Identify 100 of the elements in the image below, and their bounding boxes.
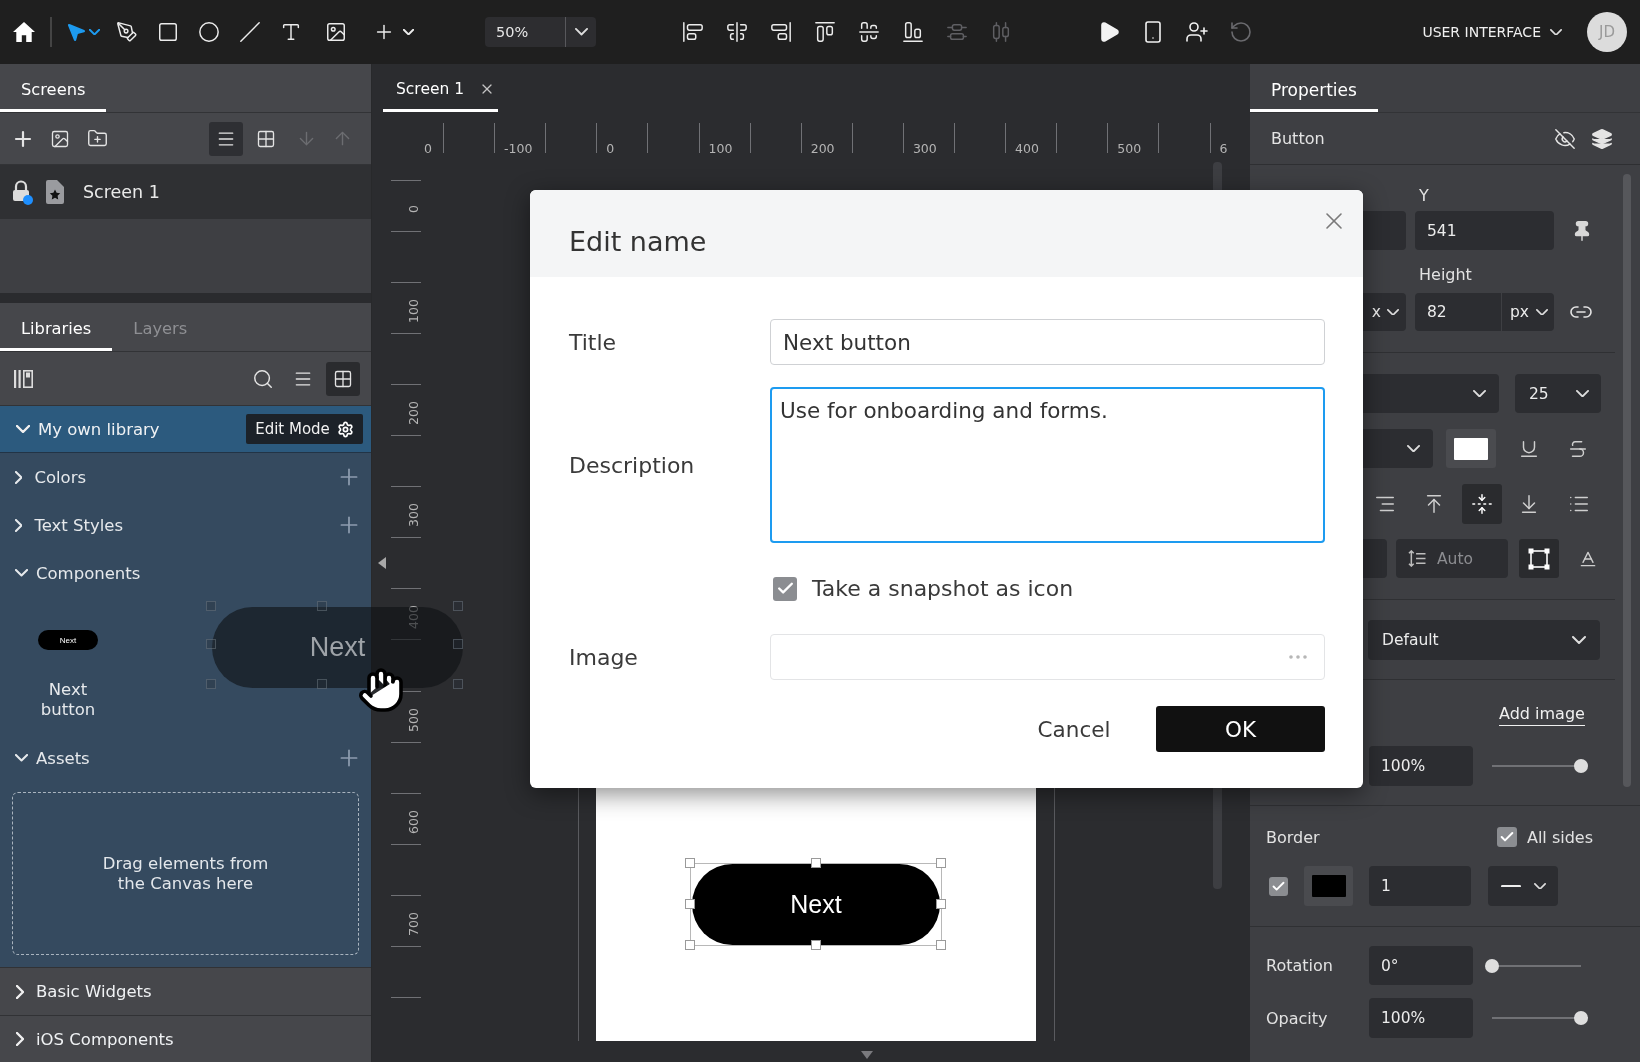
scroll-down-triangle-icon[interactable] xyxy=(861,1051,873,1059)
text-color-button[interactable] xyxy=(1446,429,1496,468)
primary-button[interactable]: OK xyxy=(1156,706,1325,752)
field-label: Y xyxy=(1419,185,1429,205)
component-thumbnail[interactable]: Next xyxy=(38,630,98,650)
checkbox[interactable] xyxy=(1269,876,1288,896)
edit-mode-button[interactable]: Edit Mode xyxy=(246,414,363,444)
rotation-field[interactable]: 0° xyxy=(1369,946,1473,985)
resize-handle xyxy=(453,639,463,649)
chevron-down-icon xyxy=(1576,389,1589,398)
project-menu-button[interactable]: USER INTERFACE xyxy=(1422,24,1562,40)
slider-thumb[interactable] xyxy=(1574,759,1588,773)
more-icon xyxy=(1289,655,1307,659)
add-user-icon xyxy=(1185,20,1209,44)
chevron-right-icon xyxy=(16,1032,24,1046)
resize-handle xyxy=(317,679,327,689)
align-right-icon xyxy=(770,21,792,43)
unit-dropdown[interactable]: px xyxy=(1502,293,1554,331)
ruler-label: -100 xyxy=(504,142,533,156)
section-label: Colors xyxy=(34,467,87,487)
resize-handle[interactable] xyxy=(936,899,946,909)
ruler-label: 0 xyxy=(424,142,432,156)
library-name: My own library xyxy=(38,419,160,439)
resize-handle xyxy=(206,679,216,689)
align-center-icon xyxy=(726,21,748,43)
chevron-down-icon xyxy=(1572,636,1586,644)
chevron-down-icon xyxy=(1534,882,1546,890)
library-section-header[interactable]: Text Styles xyxy=(0,501,371,549)
line-style-dropdown[interactable] xyxy=(1488,866,1558,906)
checkbox[interactable] xyxy=(1496,827,1517,847)
secondary-button[interactable]: Cancel xyxy=(1024,706,1124,752)
screen-list-item[interactable]: Screen 1 xyxy=(0,165,371,219)
ruler-tick xyxy=(391,588,421,590)
panel-tab[interactable]: Screens xyxy=(0,64,107,112)
border-width-field[interactable]: 1 xyxy=(1369,866,1471,906)
scrollbar-thumb[interactable] xyxy=(1213,162,1222,190)
fit-bounds-button[interactable] xyxy=(1519,539,1559,578)
grid-view-button[interactable] xyxy=(326,361,360,396)
ruler-tick xyxy=(1107,123,1109,153)
input-field[interactable] xyxy=(1363,539,1387,578)
resize-handle[interactable] xyxy=(685,899,695,909)
ruler-label: 100 xyxy=(708,142,733,156)
ruler-tick xyxy=(443,123,444,153)
border-color-button[interactable] xyxy=(1304,866,1353,906)
ruler-tick xyxy=(954,123,955,153)
ruler-tick xyxy=(596,123,598,153)
library-section-header[interactable]: Colors xyxy=(0,453,371,501)
opacity-field[interactable]: 100% xyxy=(1369,998,1473,1038)
resize-handle[interactable] xyxy=(811,940,821,950)
ruler-label: 400 xyxy=(1015,142,1039,156)
ruler-tick xyxy=(391,996,421,998)
text-field[interactable]: Next button xyxy=(770,319,1325,365)
scrollbar-thumb[interactable] xyxy=(1213,788,1222,889)
ruler-tick xyxy=(391,486,421,488)
scrollbar-thumb[interactable] xyxy=(1623,174,1631,787)
resize-handle[interactable] xyxy=(811,858,821,868)
ruler-tick xyxy=(391,231,421,233)
chevron-down-icon xyxy=(15,569,28,577)
zoom-field[interactable]: 50% xyxy=(485,17,565,47)
chevron-right-icon xyxy=(15,470,23,484)
library-icon xyxy=(12,368,34,389)
ruler-tick xyxy=(391,180,421,181)
font-size-dropdown[interactable]: 25 xyxy=(1515,374,1601,413)
resize-handle xyxy=(453,679,463,689)
resize-handle[interactable] xyxy=(936,858,946,868)
field-label: Rotation xyxy=(1266,956,1334,975)
unit-dropdown[interactable]: x xyxy=(1363,293,1406,331)
resize-handle[interactable] xyxy=(685,940,695,950)
zoom-dropdown-button[interactable] xyxy=(565,17,596,47)
resize-handle[interactable] xyxy=(936,940,946,950)
ruler-tick xyxy=(1005,123,1007,153)
panel-tab[interactable]: Libraries xyxy=(0,303,113,351)
pill-button[interactable]: Next xyxy=(692,864,940,945)
slider-thumb[interactable] xyxy=(1574,1011,1588,1025)
ruler-tick xyxy=(391,435,421,437)
slider-thumb[interactable] xyxy=(1485,958,1499,973)
chevron-down-icon xyxy=(1473,389,1486,398)
ruler-label: 700 xyxy=(407,911,421,936)
textarea-field[interactable]: Use for onboarding and forms. xyxy=(770,387,1325,543)
panel-tab[interactable]: Properties xyxy=(1250,64,1378,112)
collapse-triangle-icon[interactable] xyxy=(378,557,386,569)
line-height-field[interactable]: Auto xyxy=(1396,539,1508,578)
opacity-field[interactable]: 100% xyxy=(1369,746,1473,786)
height-field[interactable]: 82 xyxy=(1415,293,1501,331)
input-field[interactable] xyxy=(1363,211,1406,250)
style-dropdown[interactable]: Default xyxy=(1368,620,1600,660)
file-field[interactable] xyxy=(770,634,1325,680)
align-middle-button[interactable] xyxy=(1462,484,1502,524)
library-section-header[interactable]: Components xyxy=(0,549,371,597)
library-header[interactable]: My own library Edit Mode xyxy=(0,406,371,453)
add-image-link[interactable]: Add image xyxy=(1499,704,1585,726)
library-section-header[interactable]: Assets xyxy=(0,735,371,781)
y-field[interactable]: 541 xyxy=(1415,211,1554,250)
resize-handle[interactable] xyxy=(685,858,695,868)
ruler-tick xyxy=(391,282,421,284)
assets-dropzone[interactable]: Drag elements from the Canvas here xyxy=(12,792,359,955)
list-view-button[interactable] xyxy=(209,121,243,156)
checkbox[interactable] xyxy=(773,576,797,601)
ruler-tick xyxy=(1056,123,1058,153)
screen-tab[interactable]: Screen 1 xyxy=(383,68,498,112)
